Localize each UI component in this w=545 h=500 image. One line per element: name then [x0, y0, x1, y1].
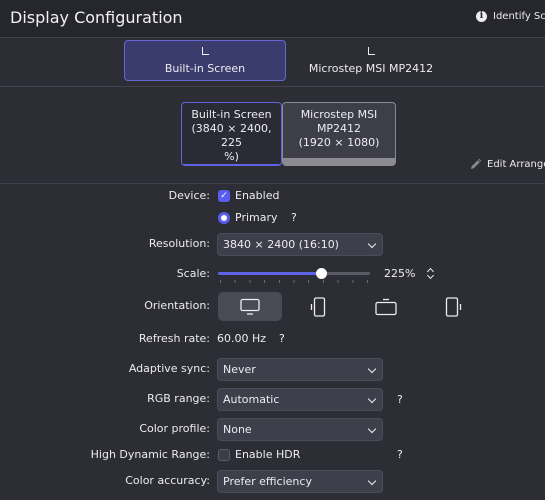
hdr-label: High Dynamic Range: [90, 448, 210, 461]
hdr-enable-label: Enable HDR [235, 448, 301, 461]
primary-label: Primary [235, 211, 278, 224]
resolution-value: 3840 × 2400 (16:10) [223, 238, 339, 251]
hdr-checkbox[interactable] [218, 449, 230, 461]
identify-screens-button[interactable]: i Identify Scr [476, 11, 545, 22]
orientation-landscape-flipped-button[interactable] [354, 292, 418, 321]
rgb-range-value: Automatic [223, 393, 280, 406]
refresh-help-icon[interactable]: ? [279, 332, 285, 345]
color-profile-select[interactable]: None [217, 418, 383, 441]
info-icon: i [476, 11, 487, 22]
monitor-name-cont: MP2412 [316, 122, 362, 135]
resolution-select[interactable]: 3840 × 2400 (16:10) [217, 233, 383, 256]
monitor-name: Built-in Screen [191, 108, 272, 121]
monitor-builtin[interactable]: Built-in Screen (3840 × 2400, 225 %) [181, 102, 282, 166]
page-title: Display Configuration [10, 8, 183, 27]
color-accuracy-select[interactable]: Prefer efficiency [217, 470, 383, 493]
screen-arrangement: Built-in Screen (3840 × 2400, 225 %) Mic… [0, 88, 545, 184]
resolution-label: Resolution: [148, 237, 210, 250]
portrait-monitor-icon [310, 296, 326, 317]
landscape-monitor-icon [240, 298, 260, 315]
adaptive-sync-select[interactable]: Never [217, 358, 383, 381]
tab-builtin-screen[interactable]: Built-in Screen [124, 40, 286, 81]
screen-icon [201, 46, 210, 56]
pencil-icon [471, 158, 482, 169]
chevron-down-icon [367, 239, 377, 249]
scale-slider-fill [218, 272, 322, 275]
scale-value: 225% [384, 267, 416, 280]
hdr-help-icon[interactable]: ? [397, 448, 403, 461]
orientation-portrait-button[interactable] [287, 292, 351, 321]
divider [0, 37, 545, 38]
identify-label: Identify Scr [493, 11, 545, 22]
primary-help-icon[interactable]: ? [291, 211, 297, 224]
color-accuracy-value: Prefer efficiency [223, 475, 312, 488]
chevron-down-icon [367, 364, 377, 374]
adaptive-sync-label: Adaptive sync: [128, 362, 210, 375]
rgb-help-icon[interactable]: ? [397, 393, 403, 406]
screen-icon [367, 46, 376, 56]
edit-arrangement-button[interactable]: Edit Arrange [469, 158, 545, 171]
refresh-rate-value: 60.00 Hz [217, 332, 267, 345]
adaptive-sync-value: Never [223, 363, 256, 376]
chevron-down-icon [367, 394, 377, 404]
tab-label: Built-in Screen [164, 61, 246, 75]
monitor-mode-cont: %) [224, 150, 239, 163]
color-profile-value: None [223, 423, 252, 436]
color-profile-label: Color profile: [139, 422, 210, 435]
tab-label: Microstep MSI MP2412 [308, 61, 434, 75]
divider [0, 86, 545, 87]
orientation-label: Orientation: [144, 299, 210, 312]
title-bar: Display Configuration i Identify Scr [0, 0, 545, 37]
landscape-flipped-monitor-icon [375, 298, 397, 315]
refresh-rate-label: Refresh rate: [138, 332, 210, 345]
edit-arrangement-label: Edit Arrange [487, 159, 545, 170]
portrait-flipped-monitor-icon [445, 296, 462, 317]
monitor-msi[interactable]: Microstep MSI MP2412 (1920 × 1080) [282, 102, 396, 166]
monitor-mode: (3840 × 2400, 225 [191, 122, 272, 149]
monitor-selection-bar [182, 164, 281, 165]
scale-slider-ticks [220, 280, 368, 283]
monitor-mode: (1920 × 1080) [298, 136, 380, 149]
scale-slider-handle[interactable] [316, 268, 328, 279]
device-label: Device: [168, 189, 210, 202]
orientation-landscape-button[interactable] [218, 292, 282, 321]
orientation-portrait-flipped-button[interactable] [421, 292, 485, 321]
rgb-range-select[interactable]: Automatic [217, 388, 383, 411]
chevron-down-icon [367, 476, 377, 486]
color-accuracy-label: Color accuracy: [125, 474, 210, 487]
enabled-checkbox[interactable]: ✓ [218, 190, 230, 202]
rgb-range-label: RGB range: [147, 392, 210, 405]
primary-radio[interactable] [218, 212, 230, 224]
tab-msi-monitor[interactable]: Microstep MSI MP2412 [290, 40, 452, 81]
scale-label: Scale: [176, 267, 210, 280]
scale-spinner-icon[interactable] [426, 267, 436, 281]
monitor-bar [283, 158, 395, 165]
enabled-label: Enabled [235, 189, 280, 202]
chevron-down-icon [367, 424, 377, 434]
monitor-name: Microstep MSI [300, 108, 378, 121]
divider [0, 183, 545, 184]
